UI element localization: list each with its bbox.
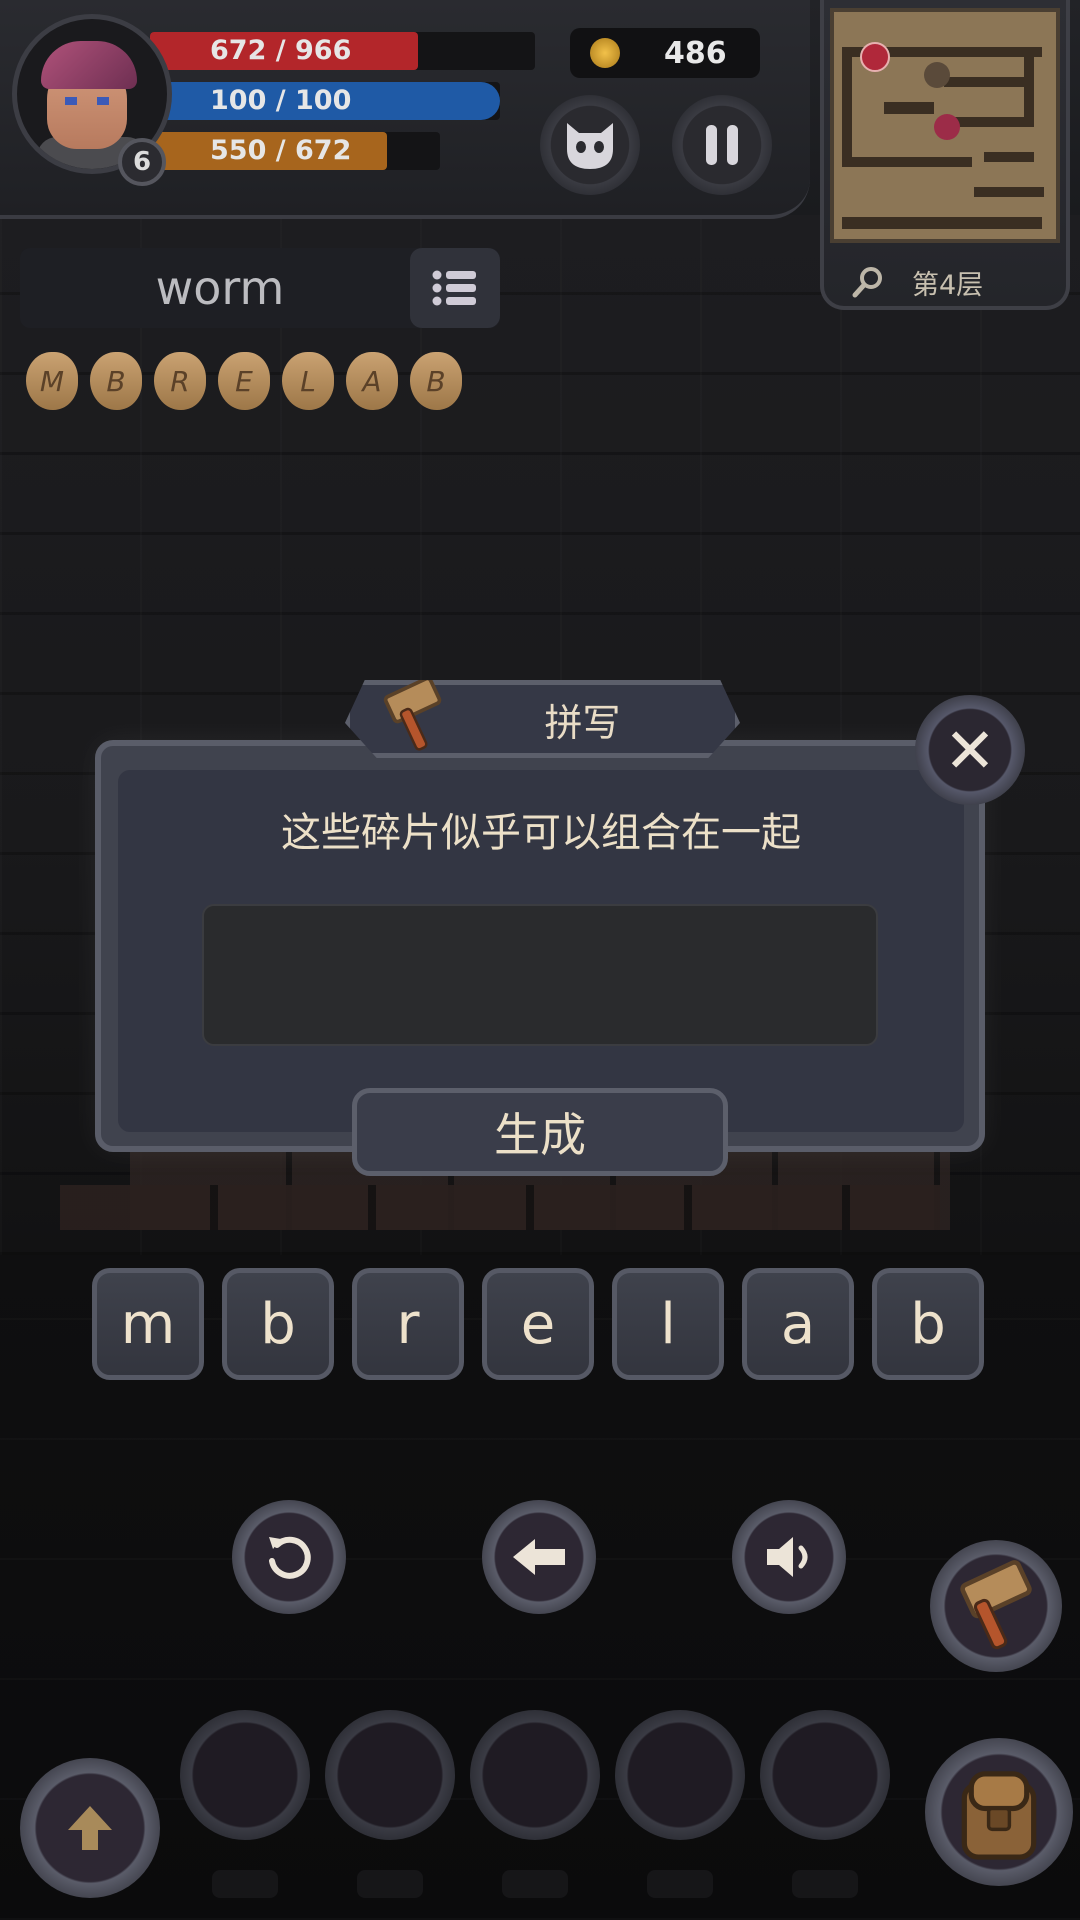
avatar-eye [65, 97, 77, 105]
item-slot[interactable] [760, 1710, 890, 1840]
target-word: worm [155, 261, 285, 315]
letter-fragment: R [154, 352, 206, 410]
letter-tile[interactable]: r [352, 1268, 464, 1380]
letter-tile[interactable]: m [92, 1268, 204, 1380]
magnifier-icon [852, 267, 882, 298]
slot-base [647, 1870, 713, 1898]
speaker-icon [767, 1537, 808, 1577]
avatar-eye [97, 97, 109, 105]
letter-tile[interactable]: b [872, 1268, 984, 1380]
letter-fragment: L [282, 352, 334, 410]
slot-base [357, 1870, 423, 1898]
letter-fragment: B [90, 352, 142, 410]
enemy-marker [934, 114, 960, 140]
hammer-icon [383, 680, 442, 751]
letter-fragment: M [26, 352, 78, 410]
player-marker [924, 62, 950, 88]
fragment-row: MBRELAB [26, 352, 462, 410]
item-slot[interactable] [180, 1710, 310, 1840]
letter-tile[interactable]: a [742, 1268, 854, 1380]
letter-fragment: B [410, 352, 462, 410]
dialog-message: 这些碎片似乎可以组合在一起 [281, 810, 801, 856]
answer-input[interactable] [202, 904, 878, 1046]
word-list-button[interactable] [410, 248, 500, 328]
item-slot[interactable] [470, 1710, 600, 1840]
hammer-icon [960, 1560, 1032, 1650]
mp-bar: 100 / 100 [150, 82, 500, 120]
letter-tile-row: mbrelab [92, 1268, 984, 1380]
close-icon: ✕ [944, 713, 996, 787]
mp-text: 100 / 100 [210, 85, 352, 116]
xp-text: 550 / 672 [210, 135, 352, 166]
list-icon [432, 270, 476, 306]
pet-button[interactable] [540, 95, 640, 195]
letter-fragment: A [346, 352, 398, 410]
letter-tile[interactable]: b [222, 1268, 334, 1380]
avatar-hair [41, 41, 137, 89]
slot-base [792, 1870, 858, 1898]
letter-tile[interactable]: l [612, 1268, 724, 1380]
gold-amount: 486 [664, 35, 727, 71]
slot-base [502, 1870, 568, 1898]
up-arrow-icon [68, 1806, 112, 1850]
backspace-arrow-icon [513, 1539, 565, 1575]
letter-tile[interactable]: e [482, 1268, 594, 1380]
brick-wall-lower [60, 1185, 940, 1230]
close-button[interactable]: ✕ [915, 695, 1025, 805]
dialog-title-tab: 拼写 [345, 680, 740, 758]
reset-icon [269, 1536, 311, 1579]
reset-button[interactable] [232, 1500, 346, 1614]
sound-button[interactable] [732, 1500, 846, 1614]
hp-bar: 672 / 966 [150, 32, 535, 70]
generate-button[interactable]: 生成 [352, 1088, 728, 1176]
slot-base-row [212, 1870, 858, 1898]
level-up-button[interactable] [20, 1758, 160, 1898]
backpack-button[interactable] [925, 1738, 1073, 1886]
dialog-title: 拼写 [544, 700, 621, 745]
pause-icon [706, 125, 738, 165]
spell-hammer-button[interactable] [930, 1540, 1062, 1672]
floor-indicator[interactable]: 第4层 [852, 260, 1052, 304]
gold-counter: 486 [570, 28, 760, 78]
xp-bar: 550 / 672 [150, 132, 440, 170]
owl-icon [567, 123, 613, 169]
backspace-button[interactable] [482, 1500, 596, 1614]
backpack-icon [961, 1771, 1037, 1860]
letter-fragment: E [218, 352, 270, 410]
minimap[interactable] [830, 8, 1060, 243]
hp-text: 672 / 966 [210, 35, 352, 66]
floor-label: 第4层 [912, 269, 984, 301]
level-badge: 6 [118, 138, 166, 186]
item-slot-row [180, 1710, 890, 1840]
pause-button[interactable] [672, 95, 772, 195]
stairs-marker [860, 42, 890, 72]
coin-icon [590, 38, 620, 68]
item-slot[interactable] [615, 1710, 745, 1840]
item-slot[interactable] [325, 1710, 455, 1840]
slot-base [212, 1870, 278, 1898]
